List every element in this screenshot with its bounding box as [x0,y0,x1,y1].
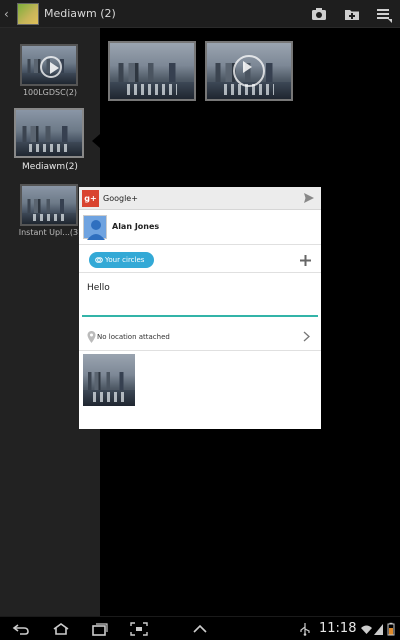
dialog-title: Google+ [103,194,138,203]
wifi-icon [361,625,372,634]
album-cover [14,108,84,158]
location-label[interactable]: No location attached [97,333,170,341]
gallery-screen: ‹ Mediawm (2) 100LGDSC(2) Mediawm(2) Ins… [0,0,400,640]
divider [79,350,321,351]
system-nav-bar: 11:18 [0,616,400,640]
message-input[interactable]: Hello [87,283,110,293]
home-icon[interactable] [52,622,70,636]
play-icon [233,55,265,87]
person-icon [87,220,105,240]
share-dialog: g+ Google+ Alan Jones Your circles Hello… [79,187,321,429]
dialog-header: g+ Google+ [79,187,321,210]
add-album-icon[interactable] [342,4,362,24]
back-nav-icon[interactable] [12,622,30,636]
google-plus-icon: g+ [82,190,99,207]
camera-icon[interactable] [309,4,329,24]
clock: 11:18 [319,621,357,636]
add-recipient-icon[interactable] [300,255,311,266]
attached-photo [83,354,135,406]
menu-icon[interactable] [374,4,394,24]
user-name: Alan Jones [112,222,160,231]
grid-photo[interactable] [108,41,196,101]
action-bar: ‹ Mediawm (2) [0,0,400,28]
message-input-underline [82,315,318,317]
album-title: Mediawm (2) [44,7,116,20]
circles-icon [95,257,103,263]
back-icon[interactable]: ‹ [4,7,14,21]
album-thumbnail [17,3,39,25]
screenshot-icon[interactable] [130,622,148,636]
up-arrow-icon[interactable] [191,622,209,636]
usb-icon [300,623,310,636]
selection-pointer [92,134,100,148]
album-cover [20,184,78,226]
location-pin-icon [87,331,96,343]
grid-video[interactable] [205,41,293,101]
battery-icon [387,622,395,636]
divider [79,244,321,245]
signal-icon [374,624,383,635]
play-icon [40,56,62,78]
album-label: 100LGDSC(2) [22,88,78,97]
chip-label: Your circles [105,256,145,264]
album-cover [20,44,78,86]
album-label: Mediawm(2) [22,162,78,172]
your-circles-chip[interactable]: Your circles [89,252,154,268]
send-icon[interactable] [303,192,315,204]
recent-apps-icon[interactable] [91,622,109,636]
chevron-right-icon[interactable] [303,331,310,342]
avatar [83,215,107,240]
divider [79,272,321,273]
